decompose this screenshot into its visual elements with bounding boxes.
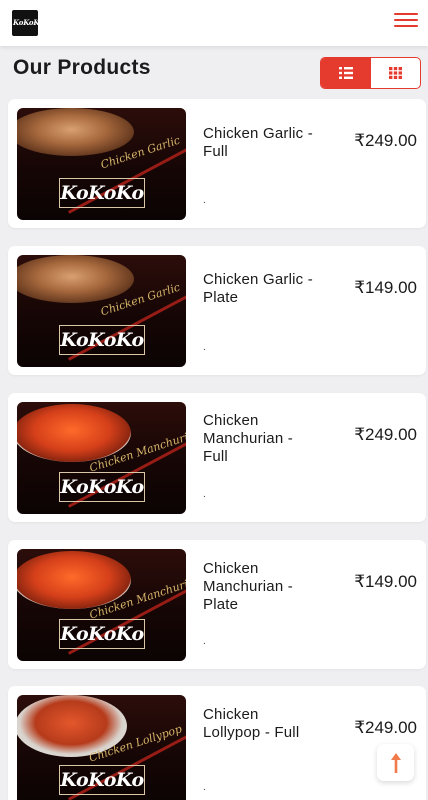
top-bar: KoKoKo [0,0,428,46]
image-brand: KoKoKo [60,329,144,351]
image-brand: KoKoKo [60,476,144,498]
grid-view-button[interactable] [371,58,421,88]
product-price: ₹249.00 [354,718,417,737]
product-description: . [203,195,206,206]
logo[interactable]: KoKoKo [12,10,38,36]
product-card[interactable]: Chicken Garlic KoKoKo Chicken Garlic - P… [8,246,426,375]
product-image[interactable]: Chicken Manchurian KoKoKo [17,549,186,661]
list-icon [338,67,353,79]
scroll-to-top-button[interactable] [377,744,414,781]
arrow-up-icon [390,752,401,773]
product-name[interactable]: Chicken Lollypop - Full [203,706,313,742]
product-card[interactable]: Chicken Manchurian KoKoKo Chicken Manchu… [8,540,426,669]
view-toggle [320,57,421,89]
logo-text: KoKoKo [13,18,38,27]
page-title: Our Products [13,56,151,79]
image-brand: KoKoKo [60,623,144,645]
product-description: . [203,342,206,353]
product-price: ₹149.00 [354,278,417,297]
product-image[interactable]: Chicken Manchurian KoKoKo [17,402,186,514]
product-description: . [203,782,206,793]
product-name[interactable]: Chicken Manchurian - Plate [203,560,313,614]
product-card[interactable]: Chicken Manchurian KoKoKo Chicken Manchu… [8,393,426,522]
product-image[interactable]: Chicken Lollypop KoKoKo [17,695,186,800]
product-card[interactable]: Chicken Garlic KoKoKo Chicken Garlic - F… [8,99,426,228]
image-brand: KoKoKo [60,182,144,204]
product-card[interactable]: Chicken Lollypop KoKoKo Chicken Lollypop… [8,686,426,800]
product-image[interactable]: Chicken Garlic KoKoKo [17,255,186,367]
product-name[interactable]: Chicken Garlic - Full [203,125,313,161]
product-description: . [203,636,206,647]
grid-icon [388,67,402,79]
hamburger-menu-icon[interactable] [394,10,418,32]
image-brand: KoKoKo [60,769,144,791]
list-view-button[interactable] [321,58,371,88]
product-name[interactable]: Chicken Manchurian - Full [203,412,313,466]
product-price: ₹149.00 [354,572,417,591]
product-description: . [203,489,206,500]
product-name[interactable]: Chicken Garlic - Plate [203,271,313,307]
product-price: ₹249.00 [354,131,417,150]
product-image[interactable]: Chicken Garlic KoKoKo [17,108,186,220]
product-price: ₹249.00 [354,425,417,444]
